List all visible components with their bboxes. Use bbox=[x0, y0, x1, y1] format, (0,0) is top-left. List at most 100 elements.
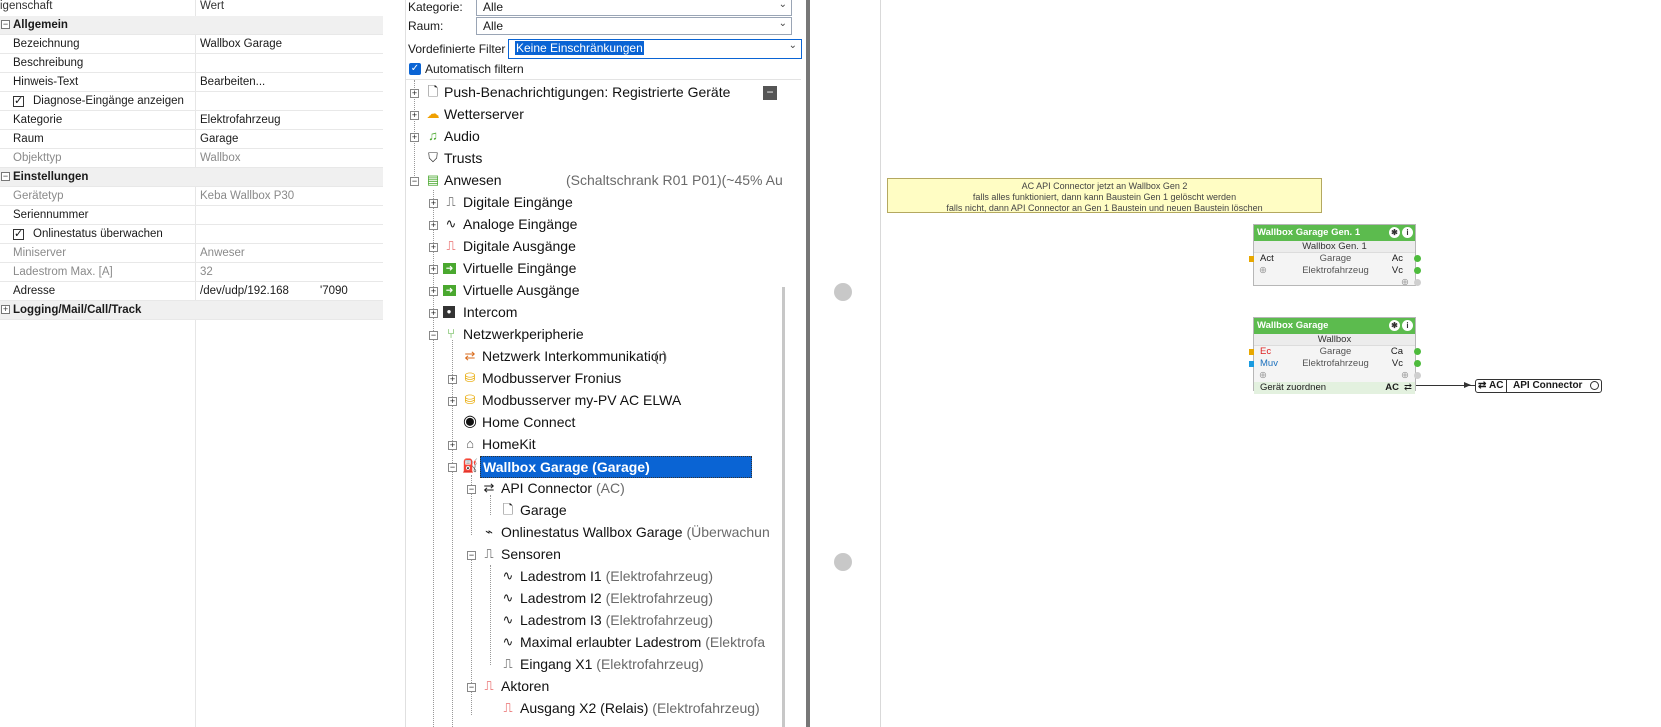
section-logging[interactable]: + Logging/Mail/Call/Track bbox=[0, 301, 383, 320]
expand-icon[interactable]: + bbox=[429, 199, 438, 208]
onlinestatus-checkbox[interactable] bbox=[13, 227, 24, 240]
tree-node-wallbox-garage[interactable]: − ⛽ Wallbox Garage (Garage) bbox=[444, 456, 752, 478]
collapse-icon[interactable]: − bbox=[429, 331, 438, 340]
collapse-icon[interactable]: − bbox=[1, 172, 10, 181]
tree-node-intercom[interactable]: + ● Intercom bbox=[425, 302, 517, 324]
input-pin[interactable] bbox=[1249, 349, 1254, 355]
prop-hinweis[interactable]: Hinweis-Text Bearbeiten... bbox=[0, 73, 383, 92]
tree-node-trusts[interactable]: ⛉ Trusts bbox=[406, 148, 482, 170]
column-header-name[interactable]: igenschaft bbox=[0, 0, 52, 14]
tree-node-aktoren[interactable]: − ⎍ Aktoren bbox=[463, 676, 549, 698]
collapse-icon[interactable]: − bbox=[1, 20, 10, 29]
collapse-icon[interactable]: − bbox=[410, 177, 419, 186]
settings-icon[interactable]: ✱ bbox=[1389, 227, 1400, 238]
auto-filter-checkbox[interactable]: ✓ bbox=[409, 63, 421, 75]
tree-node-digitale-eingaenge[interactable]: + ⎍ Digitale Eingänge bbox=[425, 192, 573, 214]
settings-icon[interactable]: ✱ bbox=[1389, 320, 1400, 331]
tree-node-ladestrom-i1[interactable]: ∿ Ladestrom I1 (Elektrofahrzeug) bbox=[482, 566, 713, 588]
expand-icon[interactable]: + bbox=[410, 133, 419, 142]
collapse-icon[interactable]: − bbox=[467, 485, 476, 494]
tree-node-anwesen[interactable]: − ▤ Anwesen (Schaltschrank R01 P01)(~45%… bbox=[406, 170, 783, 192]
info-icon[interactable]: i bbox=[1402, 227, 1413, 238]
output-pin[interactable] bbox=[1414, 279, 1421, 286]
column-header-value[interactable]: Wert bbox=[200, 0, 224, 14]
prop-kategorie[interactable]: Kategorie Elektrofahrzeug bbox=[0, 111, 383, 130]
section-allgemein[interactable]: − Allgemein bbox=[0, 16, 383, 35]
expand-icon[interactable]: + bbox=[410, 111, 419, 120]
info-icon[interactable]: i bbox=[1402, 320, 1413, 331]
output-pin[interactable] bbox=[1590, 381, 1599, 390]
tree-node-max-ladestrom[interactable]: ∿ Maximal erlaubter Ladestrom (Elektrofa bbox=[482, 632, 792, 654]
prop-value-port[interactable]: '7090 bbox=[320, 285, 348, 297]
prop-onlinestatus[interactable]: Onlinestatus überwachen bbox=[0, 225, 383, 244]
prop-bezeichnung[interactable]: Bezeichnung Wallbox Garage bbox=[0, 35, 383, 54]
input-pin[interactable] bbox=[1249, 256, 1254, 262]
tree-node-audio[interactable]: + ♫ Audio bbox=[406, 126, 480, 148]
expand-icon[interactable]: + bbox=[410, 89, 419, 98]
assign-device-row[interactable]: Gerät zuordnen AC ⇄ bbox=[1254, 382, 1415, 394]
tree-node-analoge-eingaenge[interactable]: + ∿ Analoge Eingänge bbox=[425, 214, 577, 236]
prop-value[interactable]: Bearbeiten... bbox=[200, 76, 265, 88]
add-input-icon[interactable]: ⊕ bbox=[1259, 370, 1267, 382]
output-pin[interactable] bbox=[1414, 360, 1421, 367]
tree-node-netzwerk-interkommunikation[interactable]: ⇄ Netzwerk Interkommunikation ( ) bbox=[444, 346, 668, 368]
tree-node-digitale-ausgaenge[interactable]: + ⎍ Digitale Ausgänge bbox=[425, 236, 576, 258]
output-pin[interactable] bbox=[1414, 348, 1421, 355]
comment-note[interactable]: AC API Connector jetzt an Wallbox Gen 2 … bbox=[887, 178, 1322, 213]
tree-node-virtuelle-eingaenge[interactable]: + ➜ Virtuelle Eingänge bbox=[425, 258, 576, 280]
expand-icon[interactable]: + bbox=[448, 441, 457, 450]
tree-node-garage[interactable]: 🗋 Garage bbox=[482, 500, 567, 522]
tree-node-home-connect[interactable]: ◉ Home Connect bbox=[444, 412, 575, 434]
expand-icon[interactable]: + bbox=[429, 287, 438, 296]
raum-select[interactable]: Alle ⌄ bbox=[476, 17, 792, 35]
kategorie-select[interactable]: Alle ⌄ bbox=[476, 0, 792, 16]
vordefiniert-select[interactable]: Keine Einschränkungen ⌄ bbox=[508, 39, 802, 59]
section-einstellungen[interactable]: − Einstellungen bbox=[0, 168, 383, 187]
expand-icon[interactable]: + bbox=[429, 243, 438, 252]
tree-node-eingang-x1[interactable]: ⎍ Eingang X1 (Elektrofahrzeug) bbox=[482, 654, 703, 676]
tree-scrollbar[interactable] bbox=[782, 287, 785, 727]
tree-node-wetter[interactable]: + ☁ Wetterserver bbox=[406, 104, 524, 126]
function-block-wallbox-garage[interactable]: Wallbox Garage ✱ i Wallbox Ec Garage Ca … bbox=[1249, 317, 1421, 394]
collapse-icon[interactable]: − bbox=[467, 551, 476, 560]
tree-node-push[interactable]: + 🗋 Push-Benachrichtigungen: Registriert… bbox=[406, 82, 730, 104]
expand-icon[interactable]: + bbox=[429, 309, 438, 318]
tree-node-netzwerkperipherie[interactable]: − ⑂ Netzwerkperipherie bbox=[425, 324, 584, 346]
tree-node-sensoren[interactable]: − ⎍ Sensoren bbox=[463, 544, 561, 566]
collapse-all-button[interactable]: − bbox=[763, 86, 777, 100]
prop-value[interactable]: /dev/udp/192.168 bbox=[200, 285, 289, 297]
prop-adresse[interactable]: Adresse /dev/udp/192.168 '7090 bbox=[0, 282, 383, 301]
function-block-wallbox-gen1[interactable]: Wallbox Garage Gen. 1 ✱ i Wallbox Gen. 1… bbox=[1249, 224, 1421, 289]
input-pin[interactable] bbox=[1249, 361, 1254, 367]
expand-icon[interactable]: + bbox=[429, 221, 438, 230]
expand-icon[interactable]: + bbox=[448, 397, 457, 406]
output-pin[interactable] bbox=[1414, 267, 1421, 274]
prop-diagnose[interactable]: Diagnose-Eingänge anzeigen bbox=[0, 92, 383, 111]
tree-node-modbus-mypv[interactable]: + ⛁ Modbusserver my-PV AC ELWA bbox=[444, 390, 681, 412]
tree-node-api-connector[interactable]: − ⇄ API Connector (AC) bbox=[463, 478, 625, 500]
expand-icon[interactable]: + bbox=[448, 375, 457, 384]
output-pin[interactable] bbox=[1414, 255, 1421, 262]
prop-value[interactable]: Elektrofahrzeug bbox=[200, 114, 281, 126]
add-output-icon[interactable]: ⊕ bbox=[1401, 370, 1409, 382]
diagnose-checkbox[interactable] bbox=[13, 94, 24, 107]
prop-value[interactable]: Wallbox Garage bbox=[200, 38, 282, 50]
tree-node-modbus-fronius[interactable]: + ⛁ Modbusserver Fronius bbox=[444, 368, 621, 390]
expand-icon[interactable]: + bbox=[429, 265, 438, 274]
prop-raum[interactable]: Raum Garage bbox=[0, 130, 383, 149]
collapse-icon[interactable]: − bbox=[467, 683, 476, 692]
tree-node-virtuelle-ausgaenge[interactable]: + ➜ Virtuelle Ausgänge bbox=[425, 280, 580, 302]
api-connector-block[interactable]: ⇄ AC API Connector bbox=[1475, 379, 1602, 393]
output-pin[interactable] bbox=[1414, 372, 1421, 379]
collapse-icon[interactable]: − bbox=[448, 463, 457, 472]
add-output-icon[interactable]: ⊕ bbox=[1401, 277, 1409, 289]
tree-node-homekit[interactable]: + ⌂ HomeKit bbox=[444, 434, 536, 456]
tree-node-ladestrom-i3[interactable]: ∿ Ladestrom I3 (Elektrofahrzeug) bbox=[482, 610, 713, 632]
add-input-icon[interactable]: ⊕ bbox=[1259, 265, 1267, 277]
tree-node-onlinestatus[interactable]: ⌁ Onlinestatus Wallbox Garage (Überwachu… bbox=[463, 522, 770, 544]
prop-seriennummer[interactable]: Seriennummer bbox=[0, 206, 383, 225]
prop-value[interactable]: Garage bbox=[200, 133, 238, 145]
prop-beschreibung[interactable]: Beschreibung bbox=[0, 54, 383, 73]
program-canvas[interactable] bbox=[810, 0, 1661, 727]
tree-node-ladestrom-i2[interactable]: ∿ Ladestrom I2 (Elektrofahrzeug) bbox=[482, 588, 713, 610]
